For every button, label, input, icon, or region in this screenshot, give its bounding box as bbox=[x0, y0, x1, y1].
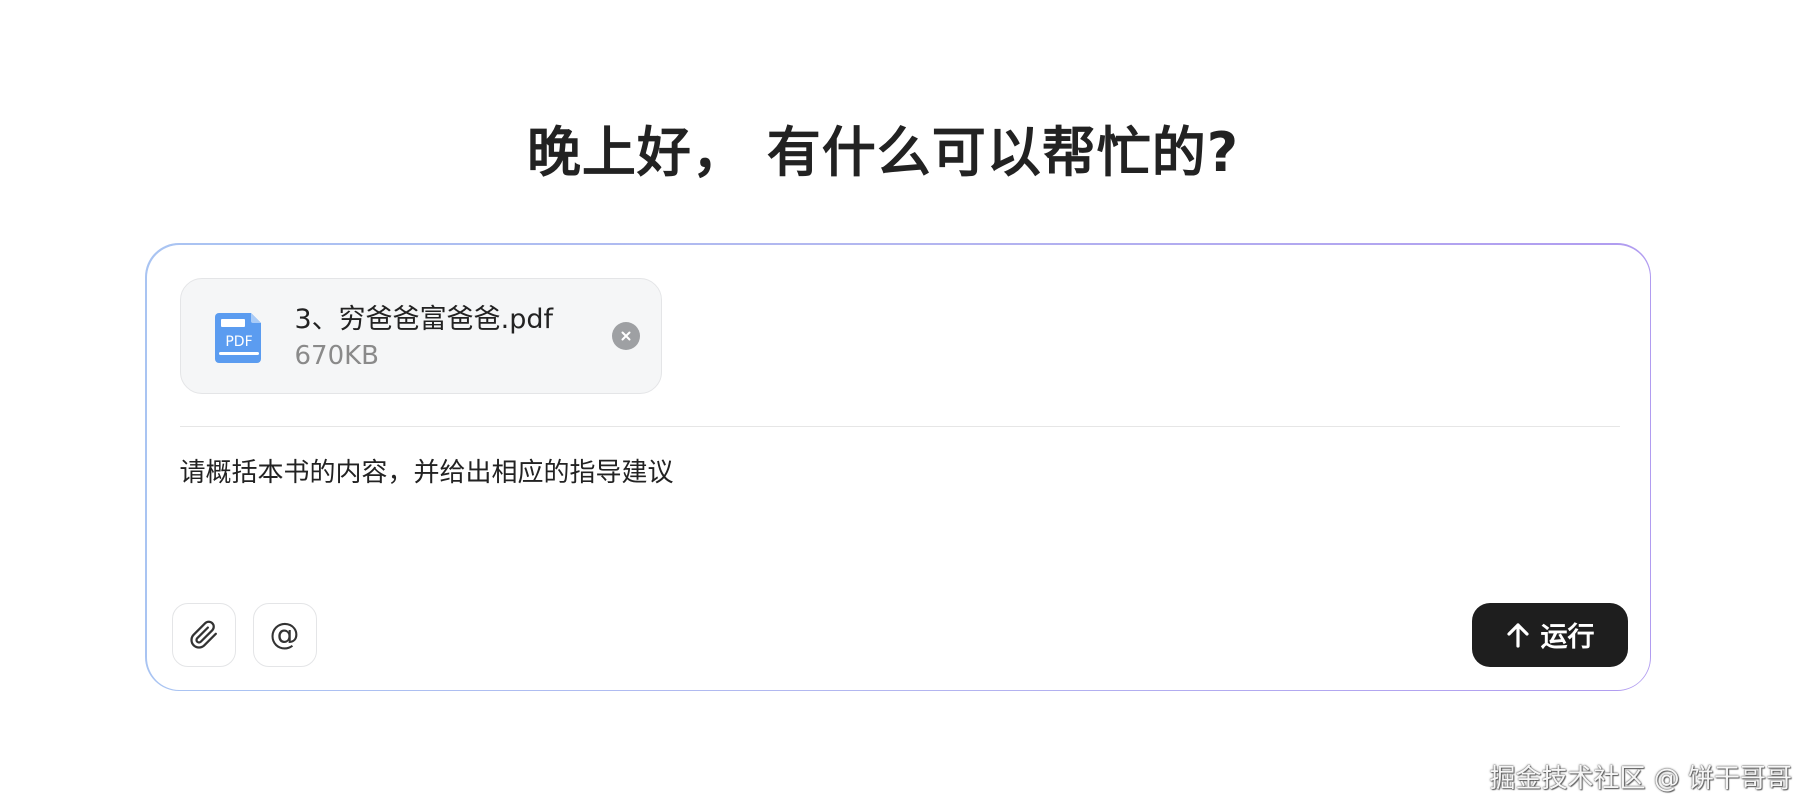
remove-attachment-button[interactable] bbox=[611, 321, 640, 350]
attachment-file-name: 3、穷爸爸富爸爸.pdf bbox=[294, 303, 554, 335]
paperclip-icon bbox=[189, 620, 217, 649]
composer-body: PDF 3、穷爸爸富爸爸.pdf 670KB 请概括本书的内容，并给出相应的指导… bbox=[146, 244, 1650, 690]
greeting-heading: 晚上好， 有什么可以帮忙的? bbox=[526, 121, 1240, 184]
prompt-input[interactable]: 请概括本书的内容，并给出相应的指导建议 bbox=[179, 454, 1620, 555]
svg-text:PDF: PDF bbox=[225, 334, 252, 350]
page: 晚上好， 有什么可以帮忙的? PDF 3、穷爸爸富爸爸.pdf 670KB 请概… bbox=[0, 0, 1806, 808]
attach-file-button[interactable] bbox=[171, 602, 236, 667]
at-icon: @ bbox=[269, 617, 300, 652]
attachment-card[interactable]: PDF 3、穷爸爸富爸爸.pdf 670KB bbox=[179, 277, 662, 394]
run-button[interactable]: 运行 bbox=[1471, 602, 1628, 667]
run-button-label: 运行 bbox=[1540, 622, 1595, 653]
arrow-up-icon bbox=[1506, 622, 1529, 648]
mention-button[interactable]: @ bbox=[252, 602, 317, 667]
composer-divider bbox=[179, 425, 1620, 427]
pdf-file-icon: PDF bbox=[214, 312, 261, 363]
chat-composer: PDF 3、穷爸爸富爸爸.pdf 670KB 请概括本书的内容，并给出相应的指导… bbox=[145, 243, 1651, 691]
watermark: 掘金技术社区 @ 饼干哥哥 bbox=[1489, 764, 1792, 794]
attachment-file-size: 670KB bbox=[294, 340, 380, 371]
close-icon bbox=[621, 331, 630, 340]
